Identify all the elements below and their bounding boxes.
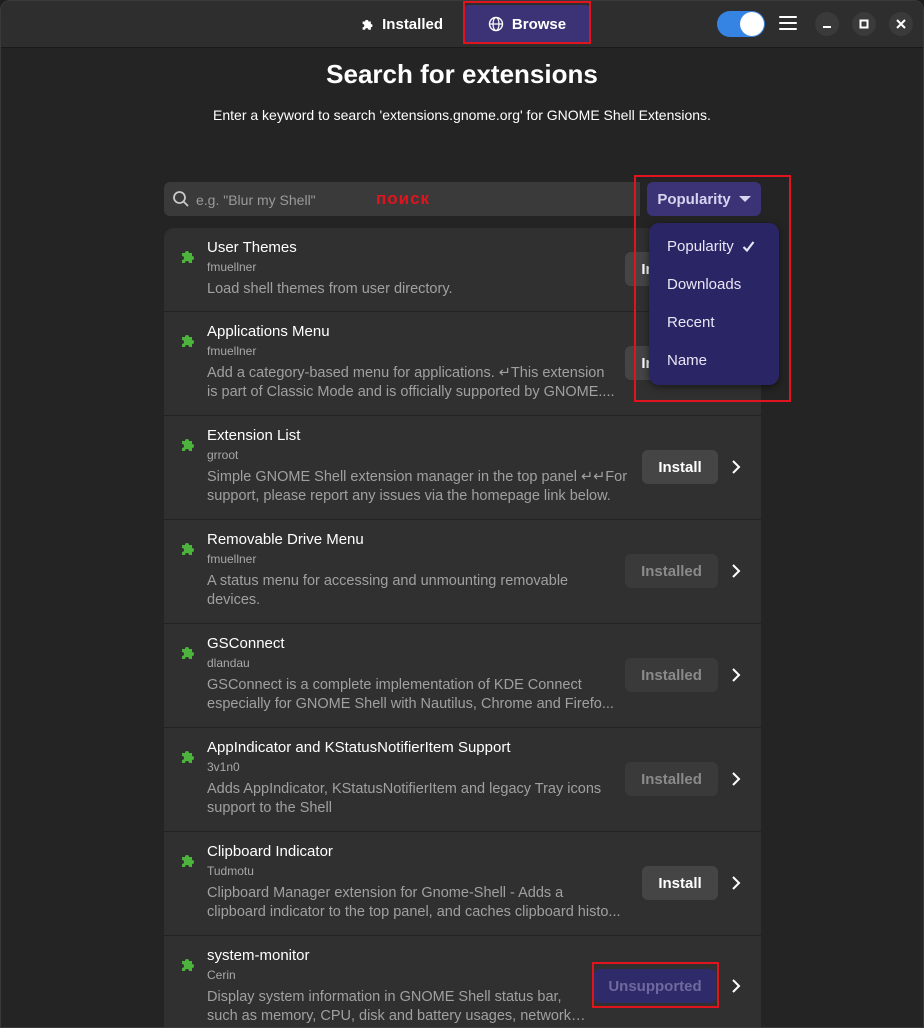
extension-description: Adds AppIndicator, KStatusNotifierItem a…: [207, 781, 602, 797]
page-subtitle: Enter a keyword to search 'extensions.gn…: [213, 107, 711, 123]
extension-description-line2: such as memory, CPU, disk and battery us…: [207, 1008, 587, 1024]
puzzle-icon: [362, 19, 373, 30]
extension-author: grroot: [207, 448, 239, 462]
minimize-icon: [823, 26, 831, 28]
tab-installed[interactable]: Installed: [347, 5, 457, 43]
sort-dropdown-button[interactable]: Popularity: [647, 182, 761, 216]
extension-row[interactable]: Removable Drive Menu fmuellner A status …: [164, 520, 761, 624]
tab-browse[interactable]: Browse: [463, 5, 591, 43]
extension-row[interactable]: GSConnect dlandau GSConnect is a complet…: [164, 624, 761, 728]
puzzle-icon: [182, 335, 194, 347]
puzzle-icon: [182, 543, 194, 555]
extension-description: Display system information in GNOME Shel…: [207, 989, 562, 1005]
puzzle-icon: [182, 751, 194, 763]
search-annotation: поиск: [376, 189, 431, 208]
extension-author: dlandau: [207, 656, 250, 670]
extension-name: AppIndicator and KStatusNotifierItem Sup…: [207, 739, 511, 756]
extension-description: GSConnect is a complete implementation o…: [207, 677, 582, 693]
sort-label: Popularity: [657, 190, 731, 208]
extension-description: Clipboard Manager extension for Gnome-Sh…: [207, 885, 564, 901]
puzzle-icon: [182, 251, 194, 263]
chevron-right-icon[interactable]: [730, 875, 742, 891]
toggle-knob: [740, 12, 764, 36]
install-button[interactable]: Install: [642, 450, 718, 484]
close-button[interactable]: [889, 12, 913, 36]
installed-button[interactable]: Installed: [625, 658, 718, 692]
sort-option-popularity[interactable]: Popularity: [667, 238, 755, 255]
chevron-right-icon[interactable]: [730, 667, 742, 683]
extension-name: system-monitor: [207, 947, 310, 964]
extension-description: Load shell themes from user directory.: [207, 281, 453, 297]
sort-popover: Popularity Downloads Recent Name: [649, 223, 779, 385]
extension-description-line2: support to the Shell: [207, 800, 332, 816]
extension-manager-window: Installed Browse Search for extensions E…: [0, 0, 924, 1028]
sort-option-downloads[interactable]: Downloads: [667, 276, 741, 293]
installed-button[interactable]: Installed: [625, 554, 718, 588]
menu-icon[interactable]: [779, 16, 797, 30]
installed-button[interactable]: Installed: [625, 762, 718, 796]
extension-description-line2: support, please report any issues via th…: [207, 488, 611, 504]
extension-row[interactable]: AppIndicator and KStatusNotifierItem Sup…: [164, 728, 761, 832]
sort-option-recent[interactable]: Recent: [667, 314, 715, 331]
extension-description-line2: devices.: [207, 592, 261, 608]
extension-description: Simple GNOME Shell extension manager in …: [207, 469, 628, 485]
search-icon: [173, 191, 189, 207]
extension-name: Applications Menu: [207, 323, 330, 340]
extension-description: Add a category-based menu for applicatio…: [207, 365, 605, 381]
extension-author: Cerin: [207, 968, 236, 982]
extension-description-line2: is part of Classic Mode and is officiall…: [207, 384, 615, 400]
unsupported-button[interactable]: Unsupported: [594, 969, 716, 1003]
sort-option-name[interactable]: Name: [667, 352, 707, 369]
headerbar: Installed Browse: [1, 1, 923, 48]
check-icon: [742, 241, 755, 253]
chevron-right-icon[interactable]: [730, 563, 742, 579]
dark-mode-toggle[interactable]: [717, 11, 765, 37]
globe-icon: [488, 16, 504, 32]
minimize-button[interactable]: [815, 12, 839, 36]
chevron-down-icon: [738, 196, 751, 202]
extension-name: User Themes: [207, 239, 297, 256]
puzzle-icon: [182, 855, 194, 867]
extension-description: A status menu for accessing and unmounti…: [207, 573, 569, 589]
extension-name: Removable Drive Menu: [207, 531, 364, 548]
extension-author: fmuellner: [207, 552, 257, 566]
puzzle-icon: [182, 439, 194, 451]
page-title: Search for extensions: [326, 59, 598, 89]
extension-description-line2: especially for GNOME Shell with Nautilus…: [207, 696, 614, 712]
extension-name: GSConnect: [207, 635, 285, 652]
maximize-button[interactable]: [852, 12, 876, 36]
close-icon: [896, 19, 906, 29]
extension-author: fmuellner: [207, 344, 257, 358]
tab-installed-label: Installed: [382, 15, 443, 33]
chevron-right-icon[interactable]: [730, 978, 742, 994]
puzzle-icon: [182, 959, 194, 971]
extension-row[interactable]: system-monitor Cerin Display system info…: [164, 936, 761, 1027]
extension-name: Extension List: [207, 427, 301, 444]
extension-name: Clipboard Indicator: [207, 843, 333, 860]
extension-row[interactable]: Clipboard Indicator Tudmotu Clipboard Ma…: [164, 832, 761, 936]
extension-description-line2: clipboard indicator to the top panel, an…: [207, 904, 621, 920]
chevron-right-icon[interactable]: [730, 459, 742, 475]
extension-author: fmuellner: [207, 260, 257, 274]
install-button[interactable]: Install: [642, 866, 718, 900]
extension-author: 3v1n0: [207, 760, 240, 774]
tab-browse-label: Browse: [511, 15, 567, 33]
extension-row[interactable]: Extension List grroot Simple GNOME Shell…: [164, 416, 761, 520]
chevron-right-icon[interactable]: [730, 771, 742, 787]
maximize-icon: [859, 19, 869, 29]
puzzle-icon: [182, 647, 194, 659]
extension-author: Tudmotu: [207, 864, 254, 878]
